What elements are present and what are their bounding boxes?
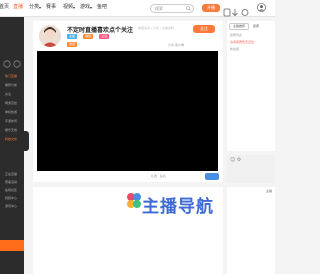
- sidebar-lower-item[interactable]: 视频中心: [5, 196, 17, 200]
- hot-tag[interactable]: 热度: [67, 42, 78, 47]
- hot-row: 热度 1: [67, 42, 80, 47]
- sidebar-lower-item[interactable]: 游戏中心: [5, 204, 17, 208]
- sidebar-item-recommend[interactable]: 推荐分类: [5, 83, 17, 87]
- search-icon[interactable]: [186, 6, 191, 11]
- sidebar-lower-item[interactable]: 赛事活动: [5, 180, 17, 184]
- nav-live[interactable]: 直播: [13, 4, 23, 10]
- nav-category[interactable]: 分类: [29, 4, 39, 10]
- right-panel: 主播推荐 贵宾 贵宾列表 房间贵宾暂无空位 粉丝团: [227, 21, 275, 151]
- right-lower-label: 主播: [265, 189, 272, 193]
- sidebar-item-mobile[interactable]: 手游休闲: [5, 119, 17, 123]
- page-title: 不定时直播喜欢点个关注: [67, 27, 134, 34]
- fan-club-label[interactable]: 粉丝团: [230, 47, 239, 51]
- tab-vip[interactable]: 贵宾: [253, 24, 259, 28]
- left-sidebar: 热门直播 推荐分类 关注 网游竞技 单机热游 手游休闲 娱乐天地 科技文化 正在…: [0, 17, 24, 274]
- sidebar-item-tech[interactable]: 科技文化: [5, 137, 17, 141]
- sidebar-item-entertainment[interactable]: 娱乐天地: [5, 128, 17, 132]
- toolbar-icons: [223, 3, 253, 22]
- sidebar-item-follow[interactable]: 关注: [5, 92, 11, 96]
- start-stream-button[interactable]: 开播: [202, 4, 220, 12]
- sidebar-item-single[interactable]: 单机热游: [5, 110, 17, 114]
- nav-events[interactable]: 赛事: [46, 4, 56, 10]
- message-icon: [241, 9, 249, 16]
- send-gift-button[interactable]: [205, 173, 219, 180]
- vip-list-label: 贵宾列表: [230, 33, 243, 37]
- sidebar-lower-item[interactable]: 鱼吧社区: [5, 188, 17, 192]
- settings-icon[interactable]: ⚙: [237, 157, 241, 163]
- logo-icon: [127, 193, 141, 208]
- nav-games[interactable]: 游戏: [80, 4, 90, 10]
- right-lower-panel: 主播: [227, 187, 275, 274]
- room-panel: 不定时直播喜欢点个关注 举报房间 | 分享 | 主播资料 主播 等级 认证 热度…: [33, 21, 223, 182]
- top-navigation-bar: 首页 直播 分类 ▾ 赛事 视频 ▾ 游戏 ▾ 鱼吧 搜索 开播: [0, 0, 275, 17]
- gift-bar[interactable]: 礼物 · 鱼丸: [151, 174, 166, 178]
- vip-empty-notice: 房间贵宾暂无空位: [230, 40, 255, 44]
- avatar[interactable]: [39, 25, 61, 47]
- chat-tools: ☺ ⚙: [230, 157, 241, 163]
- chevron-down-icon[interactable]: ▾: [90, 5, 92, 11]
- sidebar-lower-item[interactable]: 正在直播: [5, 172, 17, 176]
- nav-video[interactable]: 视频: [63, 4, 73, 10]
- video-player[interactable]: [37, 51, 218, 171]
- badge: 主播: [67, 34, 78, 39]
- badge: 认证: [99, 34, 110, 39]
- sidebar-bottom-button[interactable]: [0, 240, 24, 251]
- hot-value: 1: [77, 42, 80, 46]
- nav-home[interactable]: 首页: [0, 4, 9, 10]
- sidebar-user-icon[interactable]: [13, 60, 21, 68]
- follow-button[interactable]: 关注: [193, 25, 215, 33]
- share-link[interactable]: 分享 客户端: [168, 43, 184, 47]
- chevron-down-icon[interactable]: ▾: [39, 5, 41, 11]
- download-icon: [232, 9, 238, 17]
- history-icon: [223, 8, 231, 17]
- sidebar-item-hot[interactable]: 热门直播: [5, 74, 17, 78]
- sidebar-avatar-icon[interactable]: [3, 60, 11, 68]
- search-input[interactable]: 搜索: [155, 6, 163, 12]
- emoji-icon[interactable]: ☺: [230, 157, 235, 163]
- tab-recommend[interactable]: 主播推荐: [229, 23, 249, 30]
- room-meta[interactable]: 举报房间 | 分享 | 主播资料: [138, 26, 174, 30]
- chevron-down-icon[interactable]: ▾: [73, 5, 75, 11]
- watermark-text: 主播导航: [142, 197, 214, 217]
- badge: 等级: [83, 34, 94, 39]
- sidebar-collapse-handle[interactable]: [24, 131, 29, 151]
- nav-fishbar[interactable]: 鱼吧: [97, 4, 107, 10]
- user-icon[interactable]: [257, 3, 266, 12]
- sidebar-item-games[interactable]: 网游竞技: [5, 101, 17, 105]
- search-box[interactable]: 搜索: [150, 4, 194, 13]
